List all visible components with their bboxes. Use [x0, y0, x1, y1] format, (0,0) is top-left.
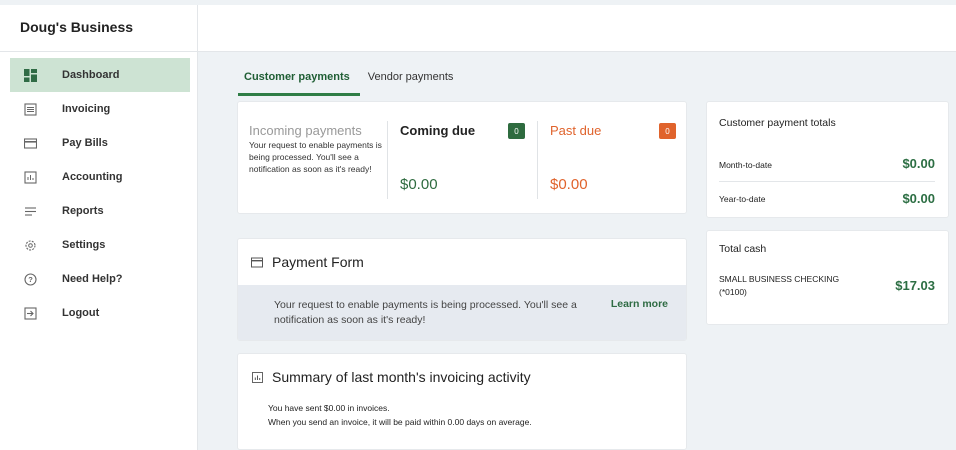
- coming-due-title: Coming due: [400, 123, 476, 138]
- past-due-title: Past due: [550, 123, 602, 138]
- sidebar-item-label: Settings: [62, 239, 106, 251]
- sidebar-item-reports[interactable]: Reports: [10, 194, 190, 228]
- sidebar-item-pay-bills[interactable]: Pay Bills: [10, 126, 190, 160]
- incoming-payments-section: Incoming payments Your request to enable…: [249, 123, 389, 176]
- year-to-date-label: Year-to-date: [719, 194, 766, 204]
- total-cash-title: Total cash: [719, 243, 767, 255]
- help-icon: ?: [22, 271, 38, 287]
- account-name: SMALL BUSINESS CHECKING: [719, 274, 840, 284]
- tab-customer-payments[interactable]: Customer payments: [238, 68, 360, 96]
- payment-form-notice: Your request to enable payments is being…: [238, 285, 686, 340]
- learn-more-link[interactable]: Learn more: [611, 298, 668, 310]
- tab-vendor-payments[interactable]: Vendor payments: [360, 68, 462, 96]
- top-bar: [198, 5, 956, 52]
- sidebar-nav: Dashboard Invoicing Pay Bills Accounting…: [10, 58, 190, 330]
- gear-icon: [22, 237, 38, 253]
- sidebar-item-label: Need Help?: [62, 273, 123, 285]
- summary-line: When you send an invoice, it will be pai…: [268, 416, 532, 427]
- divider: [719, 181, 935, 182]
- sidebar-item-label: Invoicing: [62, 103, 111, 115]
- divider: [537, 121, 538, 199]
- summary-title: Summary of last month's invoicing activi…: [272, 369, 531, 385]
- coming-due-count-badge: 0: [508, 123, 525, 139]
- totals-title: Customer payment totals: [719, 117, 836, 129]
- sidebar-item-label: Accounting: [62, 171, 123, 183]
- divider: [387, 121, 388, 199]
- dashboard-icon: [22, 67, 38, 83]
- notice-text: Your request to enable payments is being…: [274, 299, 577, 327]
- incoming-payments-card: Incoming payments Your request to enable…: [237, 101, 687, 214]
- chart-icon: [250, 370, 264, 384]
- sidebar-item-label: Pay Bills: [62, 137, 108, 149]
- reports-icon: [22, 203, 38, 219]
- sidebar-item-accounting[interactable]: Accounting: [10, 160, 190, 194]
- sidebar-item-dashboard[interactable]: Dashboard: [10, 58, 190, 92]
- payment-form-card: Payment Form Your request to enable paym…: [237, 238, 687, 341]
- sidebar-item-logout[interactable]: Logout: [10, 296, 190, 330]
- invoicing-summary-card: Summary of last month's invoicing activi…: [237, 353, 687, 450]
- sidebar-item-invoicing[interactable]: Invoicing: [10, 92, 190, 126]
- invoice-icon: [22, 101, 38, 117]
- sidebar-item-settings[interactable]: Settings: [10, 228, 190, 262]
- account-label: SMALL BUSINESS CHECKING (*0100): [719, 273, 859, 299]
- sidebar-item-label: Logout: [62, 307, 100, 319]
- year-to-date-value: $0.00: [902, 191, 935, 206]
- payment-form-header: Payment Form: [250, 254, 364, 270]
- summary-body: You have sent $0.00 in invoices. When yo…: [268, 402, 532, 429]
- incoming-payments-description: Your request to enable payments is being…: [249, 140, 382, 174]
- coming-due-amount: $0.00: [400, 176, 438, 193]
- sidebar-item-need-help[interactable]: ? Need Help?: [10, 262, 190, 296]
- total-cash-value: $17.03: [895, 278, 935, 293]
- incoming-payments-title: Incoming payments: [249, 123, 362, 138]
- sidebar-item-label: Reports: [62, 205, 104, 217]
- business-name: Doug's Business: [0, 5, 197, 52]
- credit-card-icon: [22, 135, 38, 151]
- summary-header: Summary of last month's invoicing activi…: [250, 369, 531, 385]
- month-to-date-value: $0.00: [902, 156, 935, 171]
- customer-payment-totals-card: Customer payment totals Month-to-date $0…: [706, 101, 949, 218]
- account-number: (*0100): [719, 286, 747, 297]
- logout-icon: [22, 305, 38, 321]
- chart-icon: [22, 169, 38, 185]
- month-to-date-label: Month-to-date: [719, 160, 772, 170]
- sidebar-item-label: Dashboard: [62, 69, 120, 81]
- summary-line: You have sent $0.00 in invoices.: [268, 403, 390, 413]
- svg-text:?: ?: [28, 275, 33, 284]
- total-cash-card: Total cash SMALL BUSINESS CHECKING (*010…: [706, 230, 949, 325]
- payment-tabs: Customer payments Vendor payments: [238, 68, 461, 96]
- past-due-count-badge: 0: [659, 123, 676, 139]
- past-due-amount: $0.00: [550, 176, 588, 193]
- sidebar: Doug's Business Dashboard Invoicing Pay …: [0, 5, 198, 450]
- credit-card-icon: [250, 255, 264, 269]
- payment-form-title: Payment Form: [272, 254, 364, 270]
